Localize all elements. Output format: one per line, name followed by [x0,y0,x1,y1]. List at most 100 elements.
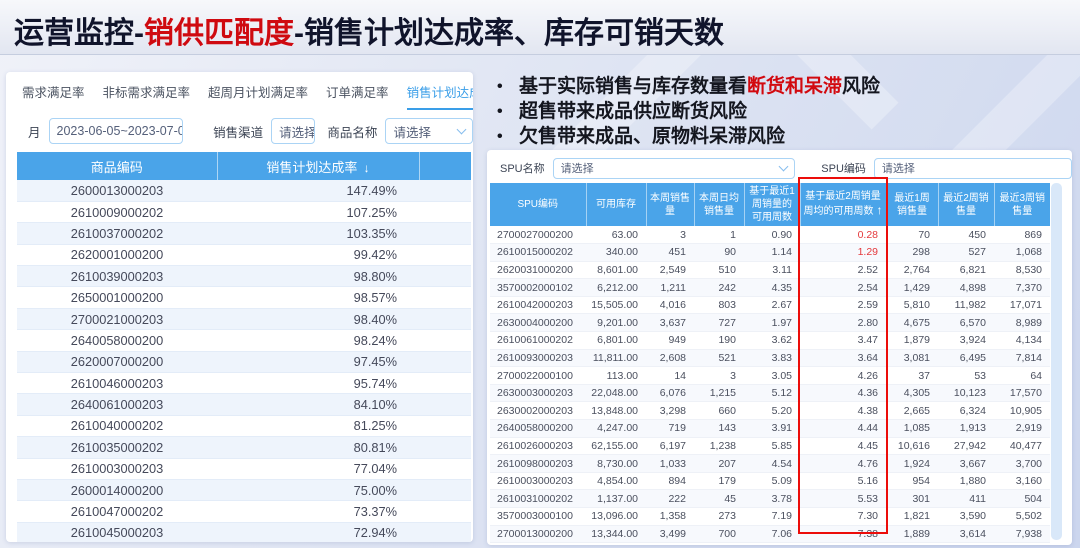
tab-item[interactable]: 超周月计划满足率 [208,82,308,110]
value-cell: 949 [646,332,694,350]
value-cell: 3,590 [938,508,994,526]
value-cell: 3,298 [646,402,694,420]
value-cell: 242 [694,279,744,297]
month-range-value: 2023-06-05~2023-07-02 [57,124,184,138]
table-header-row: 商品编码销售计划达成率 ↓ [17,152,471,180]
table-row: 26100030002034,854.008941795.095.169541,… [490,472,1050,490]
value-cell: 8,530 [994,261,1050,279]
value-cell: 1,238 [694,437,744,455]
spacer-cell [419,373,471,394]
table-row: 26100980002038,730.001,0332074.544.761,9… [490,455,1050,473]
value-cell: 273 [694,508,744,526]
value-cell: 5.85 [744,437,800,455]
product-name-select[interactable]: 请选择 [385,118,473,144]
value-cell: 8,730.00 [586,455,646,473]
channel-value: 请选择 [279,122,315,141]
value-cell: 13,848.00 [586,402,646,420]
table-row: 263000300020322,048.006,0761,2155.124.36… [490,384,1050,402]
tab-item[interactable]: 需求满足率 [22,82,85,110]
sort-desc-icon[interactable]: ↓ [360,161,369,175]
value-cell: 4.45 [800,437,886,455]
spu-name-filter-label: SPU名称 [500,160,545,176]
value-cell: 1,879 [886,332,938,350]
spacer-cell [419,501,471,522]
product-code-cell: 2620007000200 [17,351,217,372]
table-row: 264005800020098.24% [17,330,471,351]
value-cell: 6,570 [938,314,994,332]
value-cell: 4,898 [938,279,994,297]
value-cell: 5.12 [744,384,800,402]
value-cell: 3.78 [744,490,800,508]
value-cell: 0.90 [744,226,800,244]
right-table-scrollbar[interactable] [1051,183,1062,540]
value-cell: 11,982 [938,296,994,314]
value-cell: 1.14 [744,244,800,262]
value-cell: 10,905 [994,402,1050,420]
chevron-down-icon [779,162,789,172]
value-cell: 7,370 [994,279,1050,297]
spacer-cell [419,266,471,287]
value-cell: 222 [646,490,694,508]
value-cell: 179 [694,472,744,490]
value-cell: 10,123 [938,384,994,402]
spacer-cell [419,415,471,436]
product-code-cell: 2610039000203 [17,266,217,287]
spacer-cell [419,437,471,458]
table-row: 2700022000100113.001433.054.26375364 [490,367,1050,385]
table-row: 262000700020097.45% [17,351,471,372]
table-row: 261004600020395.74% [17,373,471,394]
spu-code-cell: 2700022000100 [490,367,586,385]
spu-code-cell: 2610026000203 [490,437,586,455]
table-row: 357000300010013,096.001,3582737.197.301,… [490,508,1050,526]
value-cell: 298 [886,244,938,262]
spu-code-cell: 2610003000203 [490,472,586,490]
value-cell: 22,048.00 [586,384,646,402]
value-cell: 6,801.00 [586,332,646,350]
value-cell: 727 [694,314,744,332]
value-cell: 63.00 [586,226,646,244]
value-cell: 1,924 [886,455,938,473]
title-suffix: -销售计划达成率、库存可销天数 [294,17,724,50]
value-cell: 4,016 [646,296,694,314]
achievement-rate-cell: 99.42% [217,244,419,265]
spu-code-select[interactable]: 请选择 [874,158,1072,179]
value-cell: 1,429 [886,279,938,297]
tab-item[interactable]: 非标需求满足率 [103,82,191,110]
value-cell: 4.36 [800,384,886,402]
tab-item[interactable]: 订单满足率 [326,82,389,110]
value-cell: 13,344.00 [586,525,646,543]
achievement-rate-cell: 103.35% [217,223,419,244]
bullet-text: 欠售带来成品、原物料呆滞风险 [519,124,785,149]
table-row: 261003500020280.81% [17,437,471,458]
tab-item[interactable]: 销售计划达成率 [407,82,473,110]
product-code-cell: 2640058000200 [17,330,217,351]
value-cell: 13,096.00 [586,508,646,526]
spu-name-value: 请选择 [561,160,594,176]
spu-code-cell: 2610098000203 [490,455,586,473]
value-cell: 504 [994,490,1050,508]
spacer-cell [419,479,471,500]
value-cell: 3,081 [886,349,938,367]
value-cell: 3,924 [938,332,994,350]
spu-code-cell: 2700027000200 [490,226,586,244]
value-cell: 3.11 [744,261,800,279]
value-cell: 3.47 [800,332,886,350]
spu-name-select[interactable]: 请选择 [553,158,796,179]
value-cell: 869 [994,226,1050,244]
table-row: 261000300020377.04% [17,458,471,479]
value-cell: 3 [694,367,744,385]
value-cell: 660 [694,402,744,420]
value-cell: 451 [646,244,694,262]
spacer-cell [419,180,471,201]
product-code-cell: 2610047000202 [17,501,217,522]
bullet-text-plain: 超售带来成品供应断货风险 [519,101,747,122]
month-range-select[interactable]: 2023-06-05~2023-07-02 [49,118,184,144]
sort-asc-icon[interactable]: ↑ [877,203,883,217]
channel-select[interactable]: 请选择 [271,118,315,144]
value-cell: 4,247.00 [586,420,646,438]
spu-code-cell: 2630002000203 [490,402,586,420]
value-cell: 3,667 [938,455,994,473]
value-cell: 7.30 [800,508,886,526]
value-cell: 527 [938,244,994,262]
value-cell: 301 [886,490,938,508]
